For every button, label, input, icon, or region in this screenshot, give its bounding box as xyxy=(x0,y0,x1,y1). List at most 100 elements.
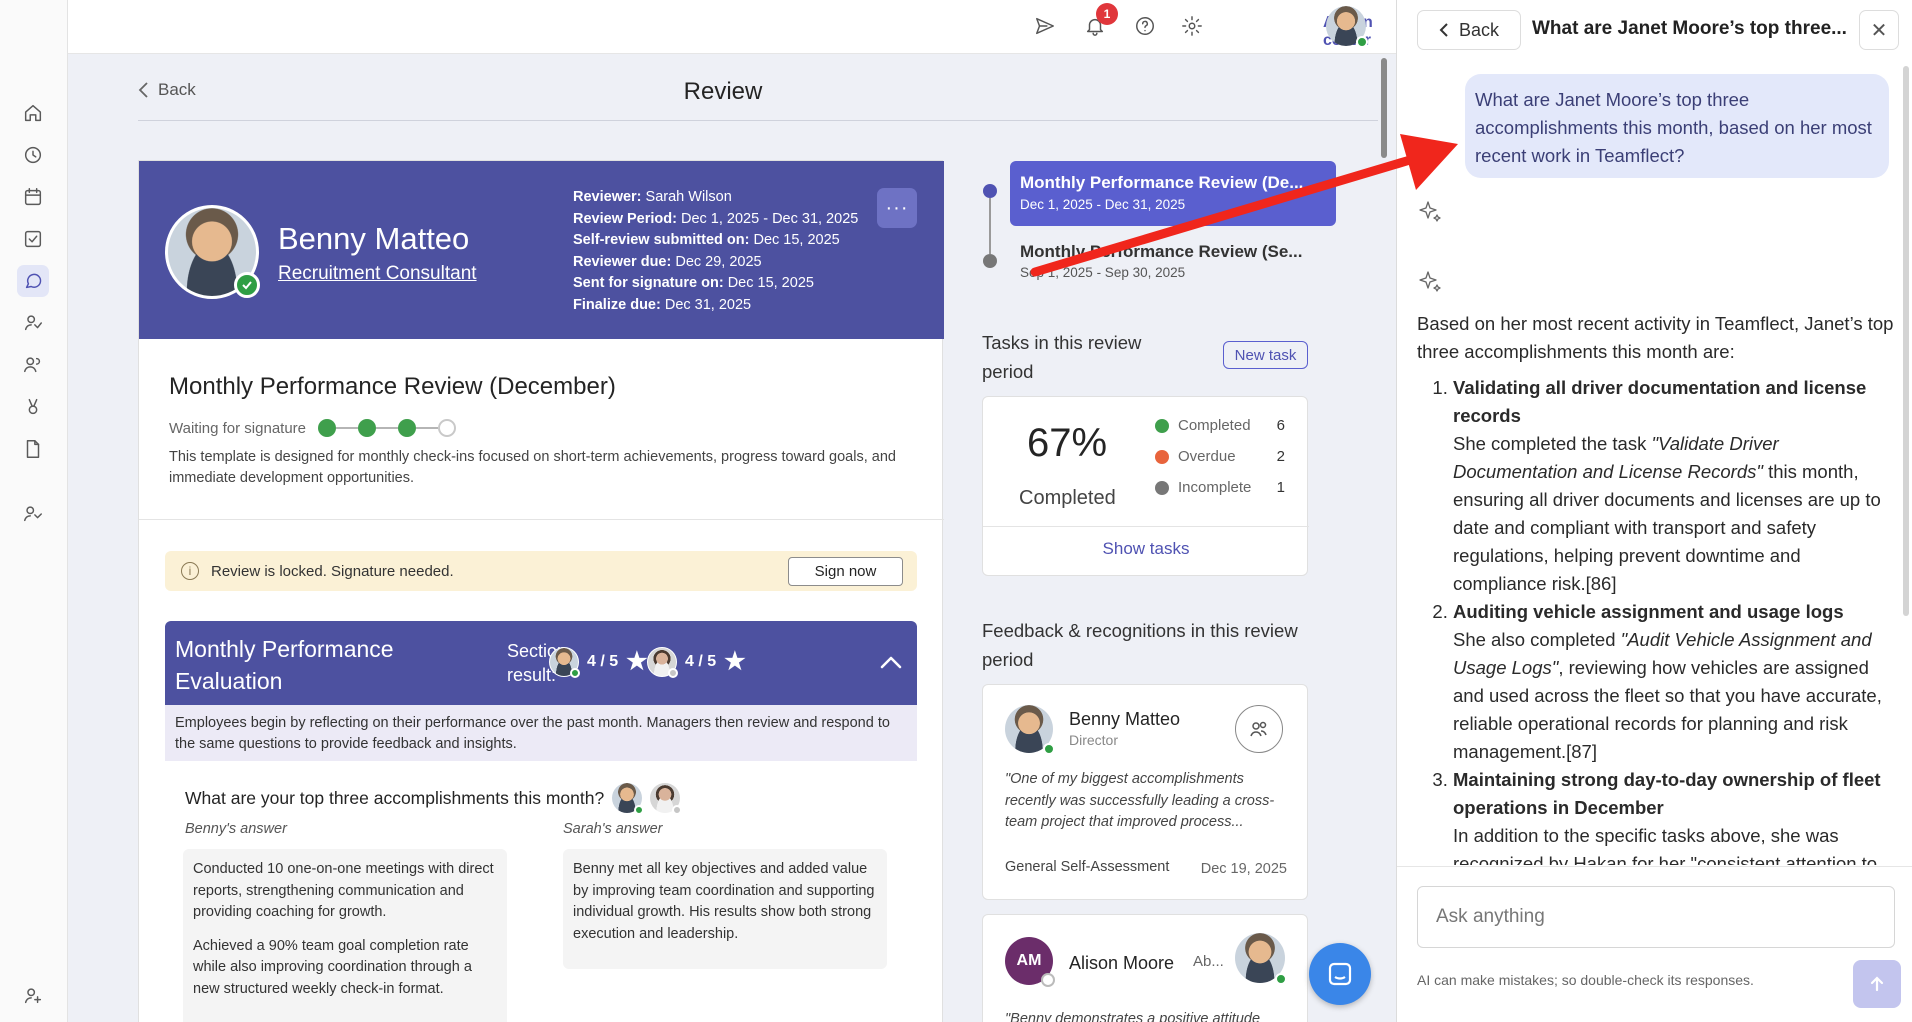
add-user-icon[interactable] xyxy=(17,980,49,1012)
review-info-label: Review Period: xyxy=(573,210,677,227)
review-history-item[interactable]: Monthly Performance Review (Se... Sep 1,… xyxy=(1020,242,1336,280)
review-info-row: Finalize due: Dec 31, 2025 xyxy=(573,295,858,317)
legend-count: 2 xyxy=(1276,448,1285,465)
arrow-up-icon xyxy=(1870,976,1884,992)
review-history-period: Dec 1, 2025 - Dec 31, 2025 xyxy=(1020,197,1186,212)
section-description: Employees begin by reflecting on their p… xyxy=(165,705,917,761)
timeline-line xyxy=(989,198,991,254)
step-connector xyxy=(336,427,359,429)
question-title: What are your top three accomplishments … xyxy=(185,783,683,815)
review-info-label: Self-review submitted on: xyxy=(573,232,750,248)
people-feedback-icon xyxy=(1235,705,1283,753)
gear-icon[interactable] xyxy=(1178,12,1206,40)
user-avatar[interactable] xyxy=(1326,6,1368,48)
show-tasks-link[interactable]: Show tasks xyxy=(983,539,1309,559)
send-button[interactable] xyxy=(1853,960,1901,1008)
calendar-icon[interactable] xyxy=(17,181,49,213)
new-task-button[interactable]: New task xyxy=(1223,341,1308,369)
review-info-value: Dec 15, 2025 xyxy=(753,232,840,248)
send-icon[interactable] xyxy=(1031,12,1059,40)
completion-percent: 67% xyxy=(1027,421,1108,465)
documents-icon[interactable] xyxy=(17,433,49,465)
reviews-icon[interactable] xyxy=(17,265,49,297)
employee-name: Benny Matteo xyxy=(278,221,470,256)
self-answer-paragraph: Achieved a 90% team goal completion rate… xyxy=(193,937,472,997)
step-complete xyxy=(358,419,377,437)
section-header[interactable]: Monthly Performance Evaluation Section r… xyxy=(165,621,917,705)
section-title: Monthly Performance Evaluation xyxy=(175,636,394,694)
status-steps xyxy=(318,419,457,437)
step-pending xyxy=(438,419,457,437)
divider xyxy=(983,526,1309,527)
panel-title: What are Janet Moore’s top three... xyxy=(1532,18,1847,39)
home-icon[interactable] xyxy=(17,97,49,129)
reviewer-answer-paragraph: Benny met all key objectives and added v… xyxy=(573,861,875,942)
review-description: This template is designed for monthly ch… xyxy=(169,449,896,486)
feedback-role: Director xyxy=(1069,732,1119,748)
ai-response-list: Validating all driver documentation and … xyxy=(1417,374,1895,865)
feedback-recipient: Ab... xyxy=(1193,953,1224,970)
chat-icon xyxy=(1328,962,1352,986)
tasks-icon[interactable] xyxy=(17,223,49,255)
review-info-label: Sent for signature on: xyxy=(573,275,724,291)
sign-now-button[interactable]: Sign now xyxy=(788,557,903,586)
legend-count: 6 xyxy=(1276,417,1285,434)
self-score: 4 / 5 ★ xyxy=(549,647,648,678)
people-icon[interactable] xyxy=(17,349,49,381)
notification-badge: 1 xyxy=(1096,3,1118,25)
review-info: Reviewer: Sarah Wilson Review Period: Dec… xyxy=(573,187,858,316)
bell-icon[interactable]: 1 xyxy=(1081,3,1118,40)
activity-icon[interactable] xyxy=(17,139,49,171)
feedback-heading: Feedback & recognitions in this review p… xyxy=(982,620,1298,670)
more-options-button[interactable]: ··· xyxy=(877,188,917,228)
team-icon[interactable] xyxy=(17,498,49,530)
reviewer-answer: Benny met all key objectives and added v… xyxy=(563,849,887,969)
list-item: Auditing vehicle assignment and usage lo… xyxy=(1453,598,1895,766)
self-avatar xyxy=(612,783,645,815)
employee-role-link[interactable]: Recruitment Consultant xyxy=(278,263,477,285)
feedback-author: Benny Matteo xyxy=(1069,709,1181,729)
reviewer-score-value: 4 / 5 xyxy=(685,653,717,670)
feedback-recipient-avatar xyxy=(1235,933,1287,985)
page-title: Review xyxy=(683,78,763,105)
self-answer-label: Benny's answer xyxy=(185,821,287,837)
panel-back-button[interactable]: Back xyxy=(1417,10,1521,50)
avatar-initials: AM xyxy=(1016,952,1042,969)
locked-notice-text: Review is locked. Signature needed. xyxy=(211,562,454,580)
recognition-icon[interactable] xyxy=(17,391,49,423)
close-icon[interactable]: ✕ xyxy=(1859,10,1899,50)
panel-scrollbar[interactable] xyxy=(1903,66,1909,616)
user-message: What are Janet Moore’s top three accompl… xyxy=(1465,74,1889,178)
help-icon[interactable] xyxy=(1131,12,1159,40)
self-avatar xyxy=(549,647,580,678)
list-item: Validating all driver documentation and … xyxy=(1453,374,1895,598)
timeline-dot xyxy=(983,254,997,268)
feedback-icon[interactable] xyxy=(17,307,49,339)
question-text: What are your top three accomplishments … xyxy=(185,787,605,808)
ask-input[interactable] xyxy=(1418,887,1894,947)
chat-launcher-button[interactable] xyxy=(1309,943,1371,1005)
chevron-up-icon[interactable] xyxy=(877,649,905,677)
feedback-quote: "One of my biggest accomplishments recen… xyxy=(1005,771,1275,830)
review-card: Benny Matteo Recruitment Consultant Revi… xyxy=(138,160,944,1022)
legend-incomplete: Incomplete 1 xyxy=(1155,479,1285,496)
feedback-card[interactable]: Benny Matteo Director "One of my biggest… xyxy=(982,684,1308,900)
feedback-card[interactable]: AM Alison Moore Ab... "Benny demonstrate… xyxy=(982,914,1308,1022)
top-bar: 1 Admin center xyxy=(68,0,1396,54)
sparkle-icon xyxy=(1417,198,1443,224)
ai-assistant-panel: Back What are Janet Moore’s top three...… xyxy=(1396,0,1912,1022)
review-info-value: Dec 15, 2025 xyxy=(727,275,814,291)
employee-header: Benny Matteo Recruitment Consultant Revi… xyxy=(139,161,944,339)
left-rail xyxy=(0,0,68,1022)
review-history-item-current[interactable]: Monthly Performance Review (De... Dec 1,… xyxy=(1010,161,1336,226)
review-info-label: Reviewer due: xyxy=(573,253,672,270)
main-content: Back Review Benny Matteo Recruitment Con… xyxy=(68,54,1396,1022)
tasks-summary-card: 67% Completed Completed 6 Overdue 2 Incomp… xyxy=(982,396,1309,576)
feedback-quote: "Benny demonstrates a positive attitude xyxy=(1005,1011,1261,1022)
self-answer: Conducted 10 one-on-one meetings with di… xyxy=(183,849,507,1022)
main-scrollbar[interactable] xyxy=(1381,58,1387,158)
star-icon: ★ xyxy=(626,648,648,675)
legend-overdue: Overdue 2 xyxy=(1155,448,1285,465)
review-history-title: Monthly Performance Review (Se... xyxy=(1020,242,1303,261)
divider xyxy=(138,120,1378,121)
